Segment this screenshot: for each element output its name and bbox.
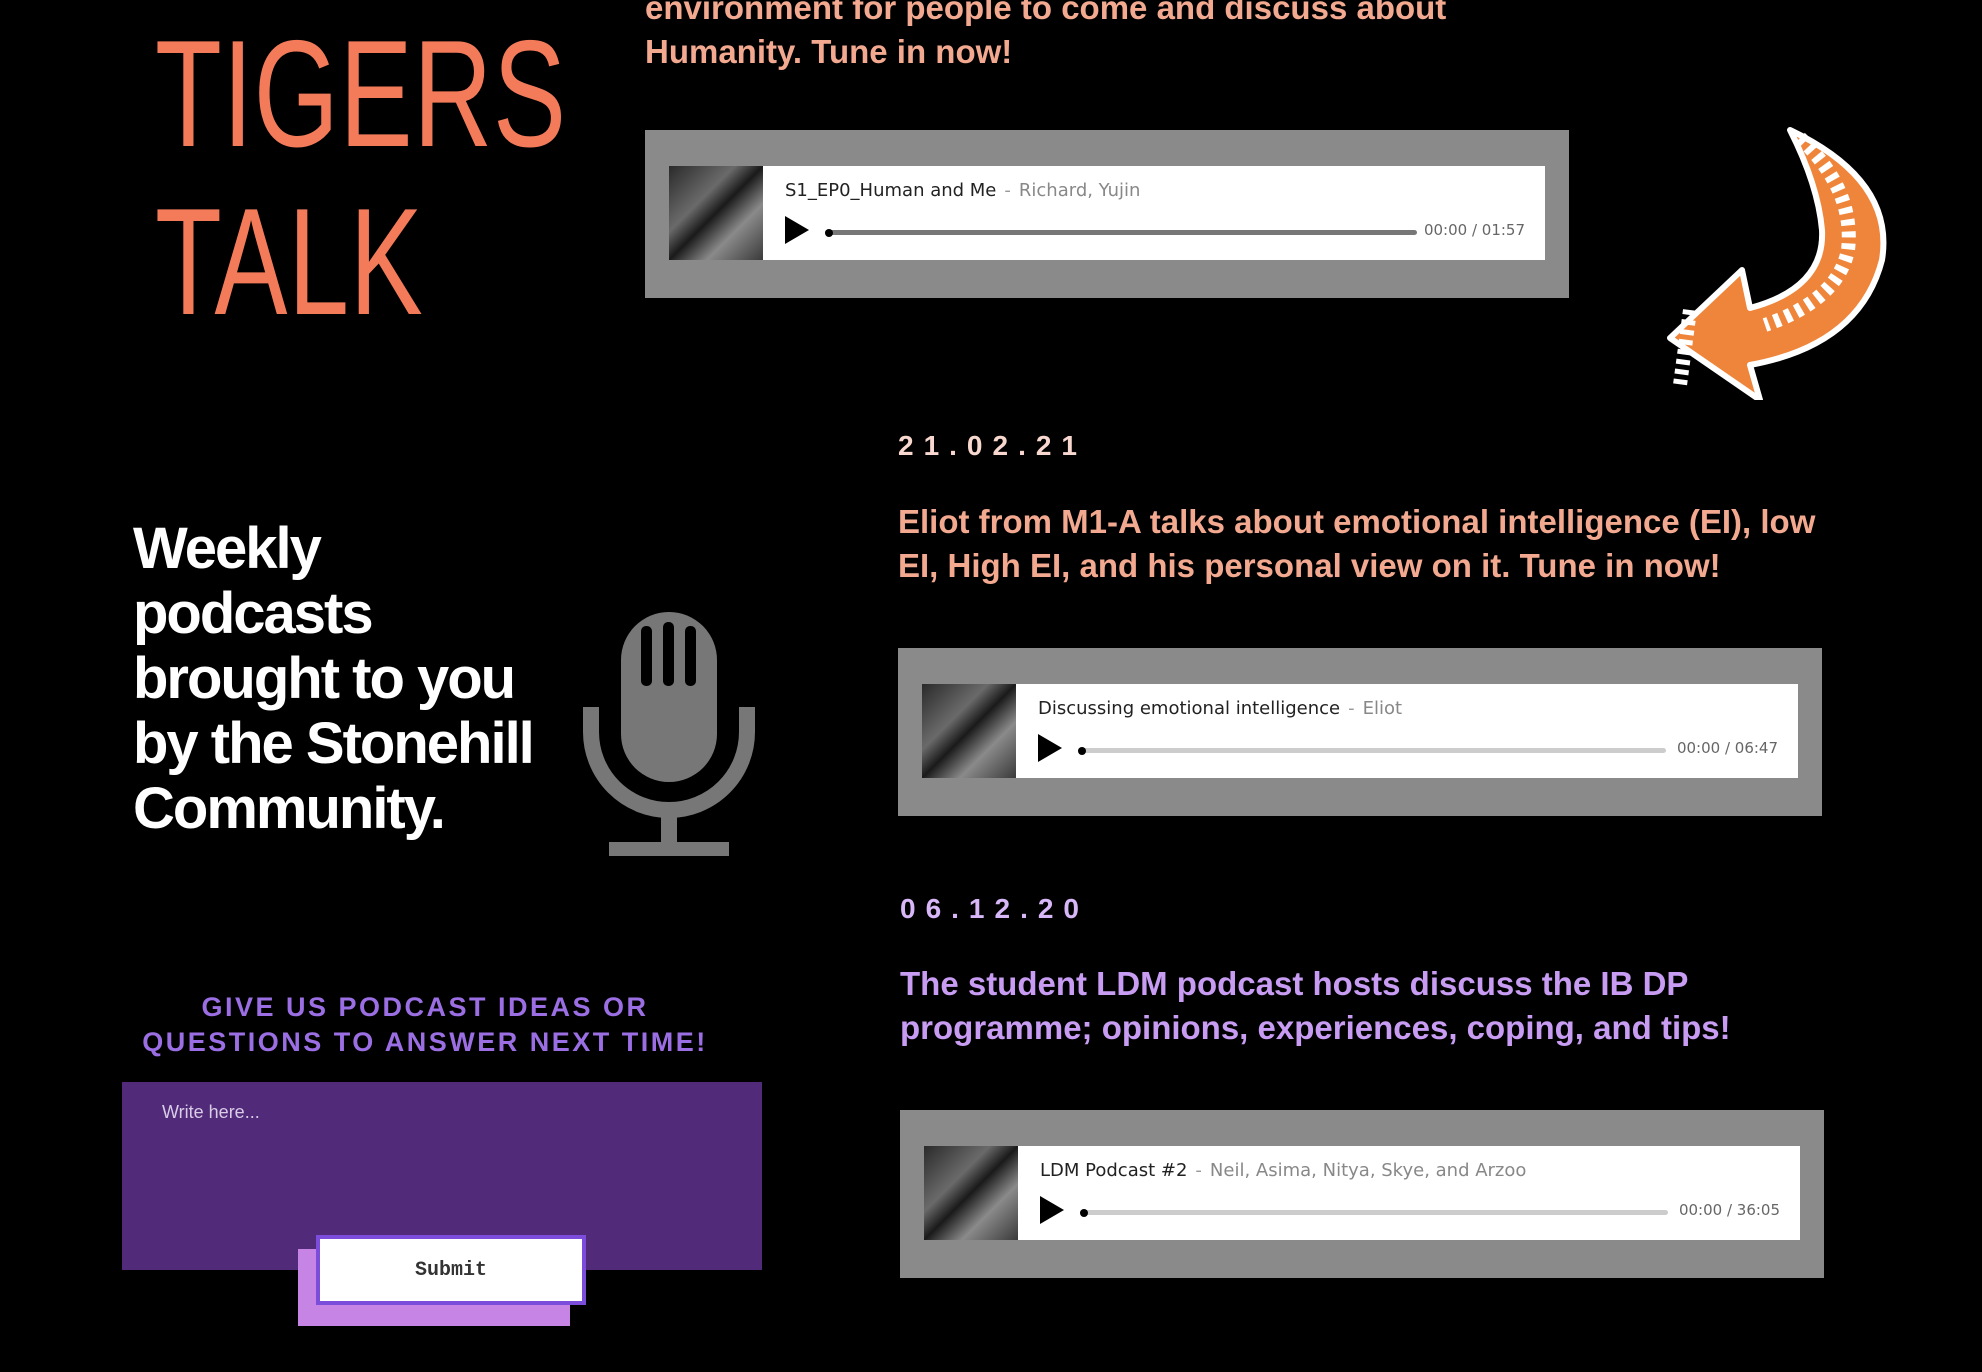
episode-cover: [669, 166, 763, 260]
time-display: 00:00 / 01:57: [1423, 221, 1525, 239]
microphone-icon: [583, 612, 755, 856]
time-display: 00:00 / 36:05: [1678, 1201, 1780, 1219]
brand-line-1: TIGERS: [155, 9, 567, 179]
progress-bar[interactable]: [825, 228, 1417, 237]
play-icon[interactable]: [1038, 734, 1062, 762]
episode-cover: [922, 684, 1016, 778]
episode-date: 06.12.20: [900, 893, 1089, 924]
title-separator: -: [1004, 180, 1011, 201]
episode-title: Discussing emotional intelligence - Eliot: [1038, 698, 1402, 719]
curved-arrow-icon: [1667, 127, 1887, 400]
episode-description: The student LDM podcast hosts discuss th…: [900, 965, 1731, 1046]
audio-player-frame: Discussing emotional intelligence - Eliot …: [898, 648, 1822, 816]
audio-player-frame: LDM Podcast #2- Neil, Asima, Nitya, Skye,…: [900, 1110, 1824, 1278]
track-artist: Richard, Yujin: [1018, 180, 1141, 201]
episode-title: LDM Podcast #2- Neil, Asima, Nitya, Skye,…: [1040, 1160, 1526, 1181]
progress-knob[interactable]: [825, 228, 833, 237]
ideas-heading-line-2: QUESTIONS TO ANSWER NEXT TIME!: [142, 1027, 708, 1057]
brand-line-2: TALK: [155, 177, 424, 347]
audio-player: Discussing emotional intelligence - Eliot …: [922, 684, 1798, 778]
track-name: LDM Podcast #2: [1040, 1160, 1188, 1181]
track-artist: Eliot: [1362, 698, 1403, 719]
track-name: Discussing emotional intelligence: [1038, 698, 1341, 719]
track-artist: Neil, Asima, Nitya, Skye, and Arzoo: [1209, 1160, 1527, 1181]
progress-knob[interactable]: [1080, 1208, 1088, 1217]
ideas-heading-line-1: GIVE US PODCAST IDEAS OR: [201, 992, 649, 1022]
time-display: 00:00 / 06:47: [1676, 739, 1778, 757]
audio-player-frame: S1_EP0_Human and Me - Richard, Yujin 00:00…: [645, 130, 1569, 298]
track-name: S1_EP0_Human and Me: [785, 180, 997, 201]
play-icon[interactable]: [1040, 1196, 1064, 1224]
progress-knob[interactable]: [1078, 746, 1086, 755]
title-separator: -: [1348, 698, 1355, 719]
episode-date: 21.02.21: [898, 430, 1087, 461]
brand-title: TIGERS TALK: [155, 9, 567, 347]
episode-cover: [924, 1146, 1018, 1240]
episode-intro-text: environment for people to come and discu…: [645, 0, 1447, 70]
play-icon[interactable]: [785, 216, 809, 244]
tagline: Weekly podcasts brought to you by the St…: [133, 516, 535, 841]
progress-bar[interactable]: [1078, 746, 1666, 755]
title-separator: -: [1195, 1160, 1202, 1181]
episode-description: Eliot from M1-A talks about emotional in…: [898, 503, 1816, 584]
audio-player: LDM Podcast #2- Neil, Asima, Nitya, Skye,…: [924, 1146, 1800, 1240]
submit-button[interactable]: Submit: [316, 1235, 586, 1305]
progress-bar[interactable]: [1080, 1208, 1668, 1217]
ideas-heading: GIVE US PODCAST IDEAS OR QUESTIONS TO AN…: [120, 990, 730, 1060]
episode-title: S1_EP0_Human and Me - Richard, Yujin: [785, 180, 1140, 201]
audio-player: S1_EP0_Human and Me - Richard, Yujin 00:00…: [669, 166, 1545, 260]
